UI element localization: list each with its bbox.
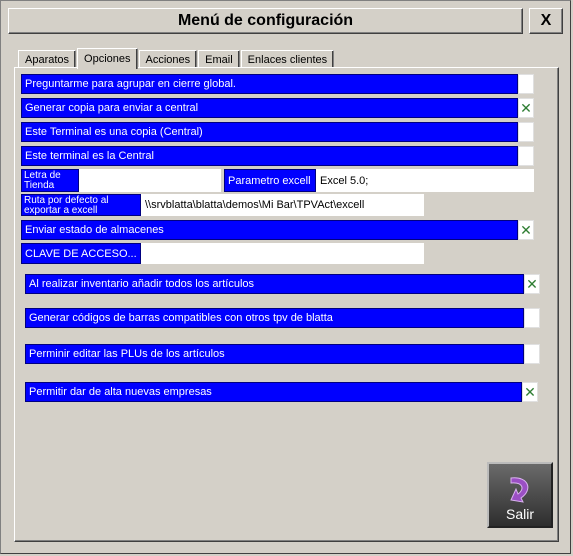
tab-acciones[interactable]: Acciones <box>138 50 198 68</box>
option-almacenes-label: Enviar estado de almacenes <box>21 220 518 240</box>
tab-strip: Aparatos Opciones Acciones Email Enlaces… <box>18 48 335 69</box>
option-inventario-label: Al realizar inventario añadir todos los … <box>25 274 524 294</box>
option-inventario-checkbox[interactable]: ✕ <box>524 274 540 294</box>
option-plus-label: Perminir editar las PLUs de los artículo… <box>25 344 524 364</box>
parametro-excell-input[interactable]: Excel 5.0; <box>316 169 534 192</box>
option-barras-label: Generar códigos de barras compatibles co… <box>25 308 524 328</box>
option-copia-label: Generar copia para enviar a central <box>21 98 518 118</box>
option-empresas-checkbox[interactable]: ✕ <box>522 382 538 402</box>
return-arrow-icon <box>510 477 529 503</box>
tab-enlaces-clientes[interactable]: Enlaces clientes <box>240 50 335 68</box>
option-es-central-checkbox[interactable] <box>518 146 534 166</box>
salir-button[interactable]: Salir <box>487 462 553 528</box>
tab-email[interactable]: Email <box>198 50 240 68</box>
tab-opciones[interactable]: Opciones <box>77 48 138 69</box>
option-es-copia-label: Este Terminal es una copia (Central) <box>21 122 518 142</box>
clave-acceso-input[interactable] <box>141 243 424 264</box>
parametro-excell-label: Parametro excell <box>224 169 316 192</box>
option-almacenes-checkbox[interactable]: ✕ <box>518 220 534 240</box>
tab-aparatos[interactable]: Aparatos <box>18 50 77 68</box>
option-es-copia-checkbox[interactable] <box>518 122 534 142</box>
clave-acceso-label: CLAVE DE ACCESO... <box>21 243 141 264</box>
option-agrupar-label: Preguntarme para agrupar en cierre globa… <box>21 74 518 94</box>
option-empresas-label: Permitir dar de alta nuevas empresas <box>25 382 522 402</box>
letra-tienda-label: Letra de Tienda <box>21 169 79 192</box>
close-button[interactable]: X <box>529 8 563 34</box>
option-agrupar-checkbox[interactable] <box>518 74 534 94</box>
option-barras-checkbox[interactable] <box>524 308 540 328</box>
option-copia-checkbox[interactable]: ✕ <box>518 98 534 118</box>
salir-label: Salir <box>505 506 534 522</box>
option-plus-checkbox[interactable] <box>524 344 540 364</box>
option-es-central-label: Este terminal es la Central <box>21 146 518 166</box>
window-title: Menú de configuración <box>8 8 523 34</box>
ruta-excell-input[interactable]: \\srvblatta\blatta\demos\Mi Bar\TPVAct\e… <box>141 194 424 216</box>
ruta-excell-label: Ruta por defecto al exportar a excell <box>21 194 141 216</box>
letra-tienda-input[interactable] <box>79 169 221 192</box>
